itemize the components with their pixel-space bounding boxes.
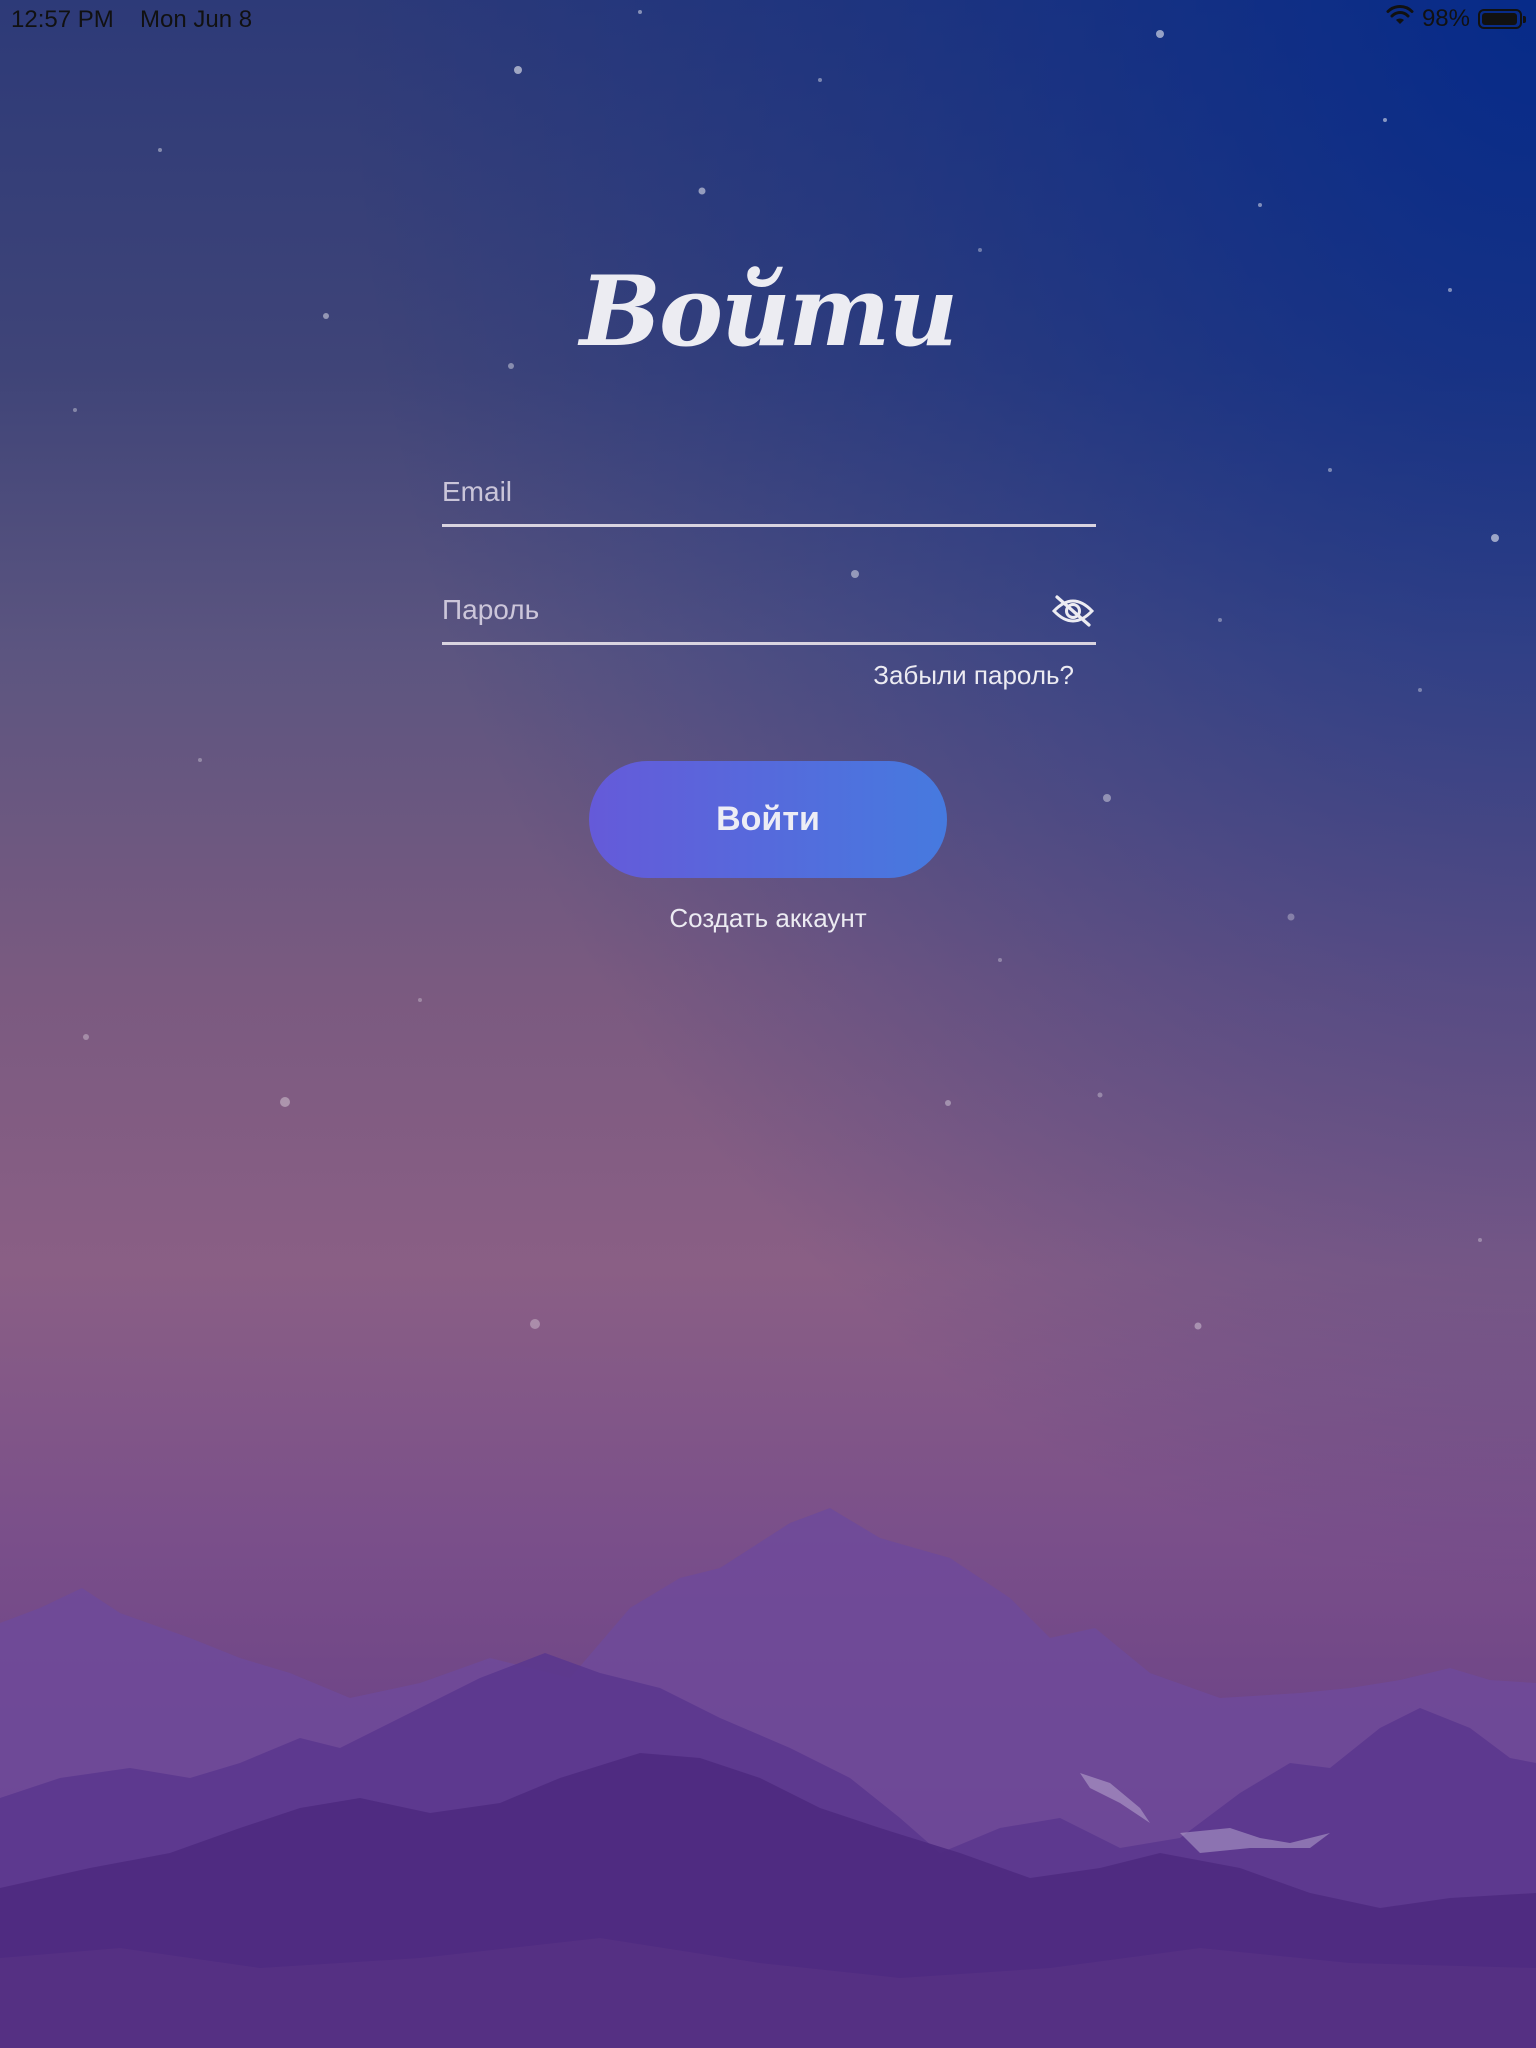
- forgot-password-link[interactable]: Забыли пароль?: [442, 660, 1074, 691]
- login-button[interactable]: Войти: [589, 761, 947, 878]
- status-indicators: 98%: [1386, 4, 1526, 33]
- create-account-link[interactable]: Создать аккаунт: [0, 903, 1536, 934]
- password-field: [442, 586, 1096, 645]
- page-title: Войти: [579, 255, 958, 368]
- battery-level: [1482, 12, 1518, 25]
- email-field: [442, 468, 1096, 527]
- login-screen: 12:57 PM Mon Jun 8 98% Войти Email Забыл…: [0, 0, 1536, 2048]
- password-input[interactable]: [442, 588, 1042, 632]
- wifi-icon: [1386, 4, 1414, 33]
- status-bar: 12:57 PM Mon Jun 8 98%: [0, 0, 1536, 40]
- battery-icon: [1478, 8, 1526, 29]
- status-date: Mon Jun 8: [140, 6, 253, 33]
- eye-slash-icon[interactable]: [1050, 588, 1096, 634]
- mountains-background: [0, 1508, 1536, 2048]
- email-input[interactable]: [442, 470, 1042, 514]
- status-time: 12:57 PM: [11, 6, 114, 33]
- battery-percent: 98%: [1421, 4, 1470, 32]
